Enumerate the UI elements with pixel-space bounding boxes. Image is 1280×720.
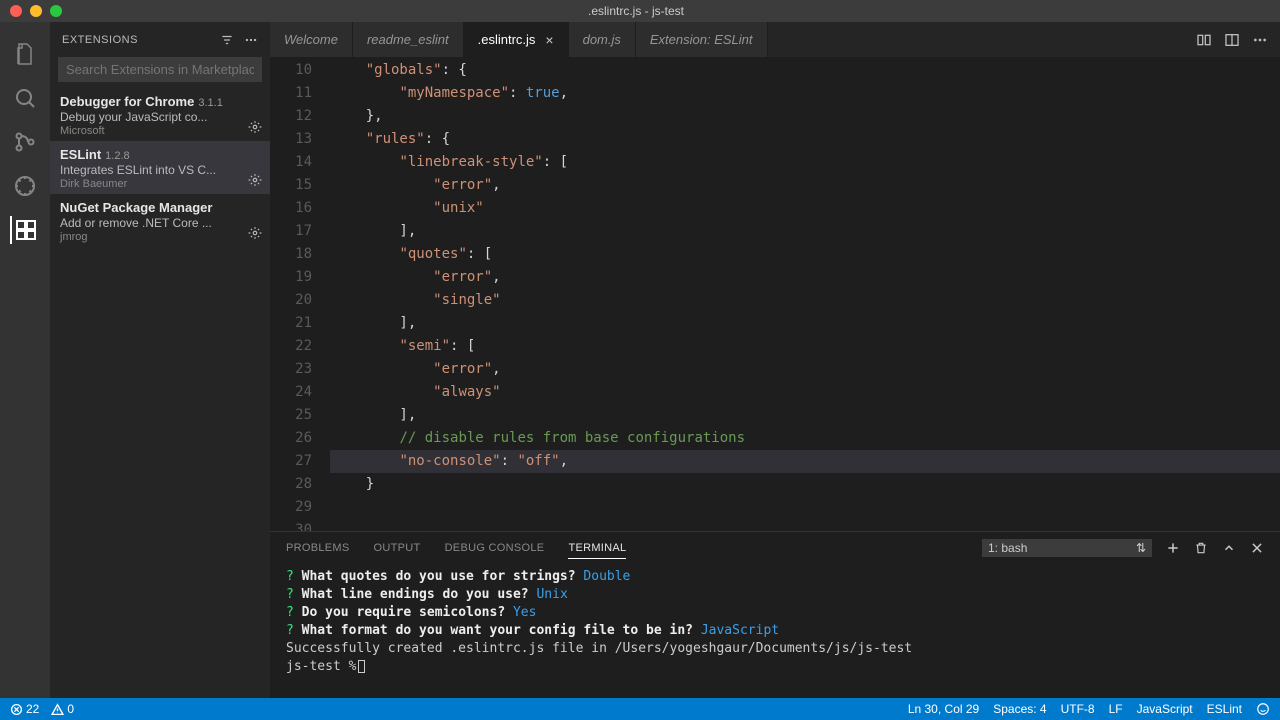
search-icon[interactable] (11, 84, 39, 112)
line-gutter: 1011121314151617181920212223242526272829… (270, 57, 330, 531)
extension-item[interactable]: Debugger for Chrome3.1.1 Debug your Java… (50, 88, 270, 141)
debug-icon[interactable] (11, 172, 39, 200)
extension-item[interactable]: NuGet Package Manager Add or remove .NET… (50, 194, 270, 247)
gear-icon[interactable] (248, 173, 262, 190)
minimize-window-button[interactable] (30, 5, 42, 17)
tab-extension-eslint[interactable]: Extension: ESLint (636, 22, 768, 57)
chevron-updown-icon: ⇅ (1136, 541, 1146, 555)
panel-tab-problems[interactable]: PROBLEMS (286, 542, 350, 554)
sidebar-title: EXTENSIONS (62, 34, 138, 46)
status-indent[interactable]: Spaces: 4 (993, 702, 1046, 716)
split-compare-icon[interactable] (1196, 32, 1212, 48)
panel-tab-terminal[interactable]: TERMINAL (568, 542, 626, 559)
maximize-window-button[interactable] (50, 5, 62, 17)
editor-tabs: Welcome readme_eslint .eslintrc.js× dom.… (270, 22, 1280, 57)
status-encoding[interactable]: UTF-8 (1061, 702, 1095, 716)
extension-item[interactable]: ESLint1.2.8 Integrates ESLint into VS C.… (50, 141, 270, 194)
terminal-select[interactable]: 1: bash⇅ (982, 539, 1152, 557)
terminal-output[interactable]: ? What quotes do you use for strings? Do… (270, 564, 1280, 698)
new-terminal-icon[interactable] (1166, 541, 1180, 555)
maximize-panel-icon[interactable] (1222, 541, 1236, 555)
clear-filter-icon[interactable] (220, 33, 234, 47)
gear-icon[interactable] (248, 226, 262, 243)
explorer-icon[interactable] (11, 40, 39, 68)
code-content[interactable]: "globals": { "myNamespace": true, }, "ru… (330, 57, 1280, 531)
activity-bar (0, 22, 50, 698)
bottom-panel: PROBLEMS OUTPUT DEBUG CONSOLE TERMINAL 1… (270, 531, 1280, 698)
more-icon[interactable] (244, 33, 258, 47)
source-control-icon[interactable] (11, 128, 39, 156)
split-editor-icon[interactable] (1224, 32, 1240, 48)
extensions-list: Debugger for Chrome3.1.1 Debug your Java… (50, 88, 270, 698)
close-tab-icon[interactable]: × (545, 32, 553, 48)
status-cursor-position[interactable]: Ln 30, Col 29 (908, 702, 979, 716)
tab-dom[interactable]: dom.js (569, 22, 636, 57)
panel-tab-debug[interactable]: DEBUG CONSOLE (445, 542, 545, 554)
status-warnings[interactable]: 0 (51, 702, 74, 716)
tab-welcome[interactable]: Welcome (270, 22, 353, 57)
editor-area: Welcome readme_eslint .eslintrc.js× dom.… (270, 22, 1280, 698)
tab-readme-eslint[interactable]: readme_eslint (353, 22, 464, 57)
gear-icon[interactable] (248, 120, 262, 137)
status-eol[interactable]: LF (1109, 702, 1123, 716)
window-title: .eslintrc.js - js-test (62, 4, 1210, 18)
terminal-cursor (358, 660, 365, 673)
kill-terminal-icon[interactable] (1194, 541, 1208, 555)
close-panel-icon[interactable] (1250, 541, 1264, 555)
status-eslint[interactable]: ESLint (1207, 702, 1242, 716)
tab-eslintrc[interactable]: .eslintrc.js× (464, 22, 569, 57)
panel-tab-output[interactable]: OUTPUT (374, 542, 421, 554)
status-bar: 22 0 Ln 30, Col 29 Spaces: 4 UTF-8 LF Ja… (0, 698, 1280, 720)
extensions-sidebar: EXTENSIONS Debugger for Chrome3.1.1 Debu… (50, 22, 270, 698)
code-editor[interactable]: 1011121314151617181920212223242526272829… (270, 57, 1280, 531)
feedback-icon[interactable] (1256, 702, 1270, 716)
status-errors[interactable]: 22 (10, 702, 39, 716)
search-extensions-input[interactable] (58, 57, 262, 82)
status-language[interactable]: JavaScript (1137, 702, 1193, 716)
close-window-button[interactable] (10, 5, 22, 17)
sidebar-header: EXTENSIONS (50, 22, 270, 57)
titlebar: .eslintrc.js - js-test (0, 0, 1280, 22)
extensions-icon[interactable] (10, 216, 38, 244)
window-controls (0, 5, 62, 17)
editor-more-icon[interactable] (1252, 32, 1268, 48)
